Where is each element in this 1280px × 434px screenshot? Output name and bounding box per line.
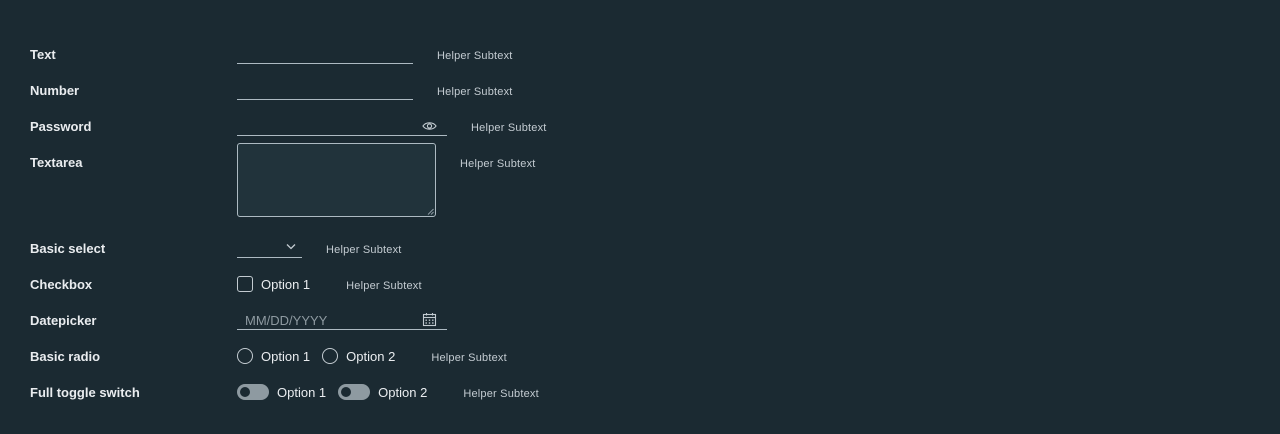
radio-control: Option 1 Option 2 Helper Subtext (237, 348, 507, 366)
toggle-control: Option 1 Option 2 Helper Subtext (237, 384, 539, 402)
password-input[interactable] (237, 114, 447, 136)
radio-label: Basic radio (30, 349, 101, 364)
checkbox-label: Checkbox (30, 277, 93, 292)
select-helper: Helper Subtext (326, 244, 402, 256)
datepicker-row: Datepicker MM/DD/YYYY (30, 312, 447, 342)
radio-option-2-label[interactable]: Option 2 (346, 348, 395, 365)
toggle-knob (341, 387, 352, 397)
toggle-option-1-label[interactable]: Option 1 (277, 384, 326, 401)
number-input[interactable] (237, 78, 413, 100)
select-control: Helper Subtext (237, 240, 402, 258)
checkbox-control: Option 1 Helper Subtext (237, 276, 422, 294)
textarea-control: Helper Subtext (237, 143, 536, 217)
textarea-helper: Helper Subtext (460, 158, 536, 170)
radio-helper: Helper Subtext (431, 352, 507, 364)
calendar-icon[interactable] (422, 312, 437, 327)
toggle-option-2[interactable] (338, 384, 371, 400)
textarea-input[interactable] (237, 143, 436, 217)
toggle-option-1[interactable] (237, 384, 269, 400)
password-helper: Helper Subtext (471, 122, 547, 134)
radio-option-1-label[interactable]: Option 1 (261, 348, 310, 365)
toggle-label: Full toggle switch (30, 385, 140, 400)
datepicker-label: Datepicker (30, 313, 97, 328)
select-label: Basic select (30, 241, 106, 256)
number-control: Helper Subtext (237, 82, 513, 100)
toggle-knob (240, 387, 250, 397)
textarea-row: Textarea Helper Subtext (30, 143, 536, 217)
text-control: Helper Subtext (237, 46, 513, 64)
basic-select[interactable] (237, 236, 302, 258)
password-label: Password (30, 119, 92, 134)
resize-grip-icon[interactable] (427, 208, 434, 215)
datepicker-input[interactable]: MM/DD/YYYY (237, 308, 447, 330)
text-label: Text (30, 47, 56, 62)
select-row: Basic select Helper Subtext (30, 240, 402, 270)
number-label: Number (30, 83, 80, 98)
toggle-row: Full toggle switch Option 1 Option 2 Hel… (30, 384, 539, 414)
toggle-option-2-label[interactable]: Option 2 (378, 384, 427, 401)
checkbox-helper: Helper Subtext (346, 280, 422, 292)
number-row: Number Helper Subtext (30, 82, 513, 112)
text-row: Text Helper Subtext (30, 46, 513, 76)
checkbox-row: Checkbox Option 1 Helper Subtext (30, 276, 422, 306)
datepicker-placeholder: MM/DD/YYYY (245, 313, 328, 328)
number-helper: Helper Subtext (437, 86, 513, 98)
radio-option-1[interactable] (237, 348, 253, 364)
chevron-down-icon (286, 244, 296, 250)
text-helper: Helper Subtext (437, 50, 513, 62)
checkbox-option-1-label[interactable]: Option 1 (261, 276, 310, 293)
eye-icon[interactable] (422, 121, 437, 131)
checkbox-option-1[interactable] (237, 276, 253, 292)
toggle-helper: Helper Subtext (463, 388, 539, 400)
datepicker-control: MM/DD/YYYY (237, 312, 447, 330)
radio-row: Basic radio Option 1 Option 2 Helper Sub… (30, 348, 507, 378)
textarea-label: Textarea (30, 155, 83, 170)
text-input[interactable] (237, 42, 413, 64)
password-control: Helper Subtext (237, 118, 547, 136)
radio-option-2[interactable] (322, 348, 339, 364)
